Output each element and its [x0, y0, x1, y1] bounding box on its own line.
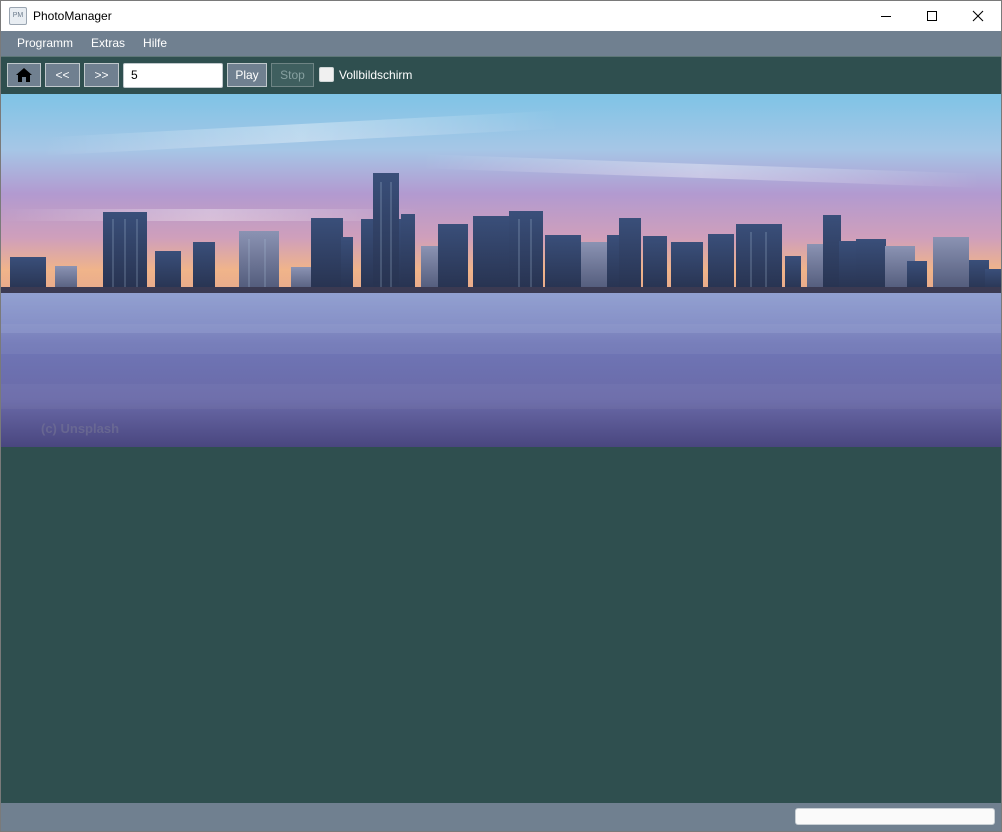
city-skyline-photo — [1, 94, 1001, 447]
maximize-icon — [927, 11, 937, 21]
photo-view: (c) Unsplash — [1, 94, 1001, 447]
close-button[interactable] — [955, 1, 1001, 31]
title-bar[interactable]: PM PhotoManager — [1, 1, 1001, 31]
app-icon: PM — [9, 7, 27, 25]
maximize-button[interactable] — [909, 1, 955, 31]
toolbar: << >> 5 Play Stop Vollbildschirm — [1, 56, 1001, 95]
play-button[interactable]: Play — [227, 63, 267, 87]
menu-extras[interactable]: Extras — [82, 31, 134, 56]
menu-hilfe[interactable]: Hilfe — [134, 31, 176, 56]
progress-bar — [795, 808, 995, 825]
minimize-icon — [881, 16, 891, 17]
next-button[interactable]: >> — [84, 63, 119, 87]
home-button[interactable] — [7, 63, 41, 87]
app-window: PM PhotoManager Programm Extras Hilfe <<… — [0, 0, 1002, 832]
minimize-button[interactable] — [863, 1, 909, 31]
status-bar — [1, 803, 1001, 831]
home-icon — [16, 68, 32, 82]
photo-watermark: (c) Unsplash — [41, 421, 120, 436]
fullscreen-checkbox[interactable] — [319, 67, 334, 82]
previous-button[interactable]: << — [45, 63, 80, 87]
interval-input[interactable]: 5 — [123, 63, 223, 88]
menu-programm[interactable]: Programm — [8, 31, 82, 56]
menu-bar: Programm Extras Hilfe — [1, 31, 1001, 56]
stop-button: Stop — [271, 63, 314, 87]
window-controls — [863, 1, 1001, 31]
fullscreen-label[interactable]: Vollbildschirm — [339, 68, 412, 82]
close-icon — [972, 10, 984, 22]
window-title: PhotoManager — [33, 9, 112, 23]
